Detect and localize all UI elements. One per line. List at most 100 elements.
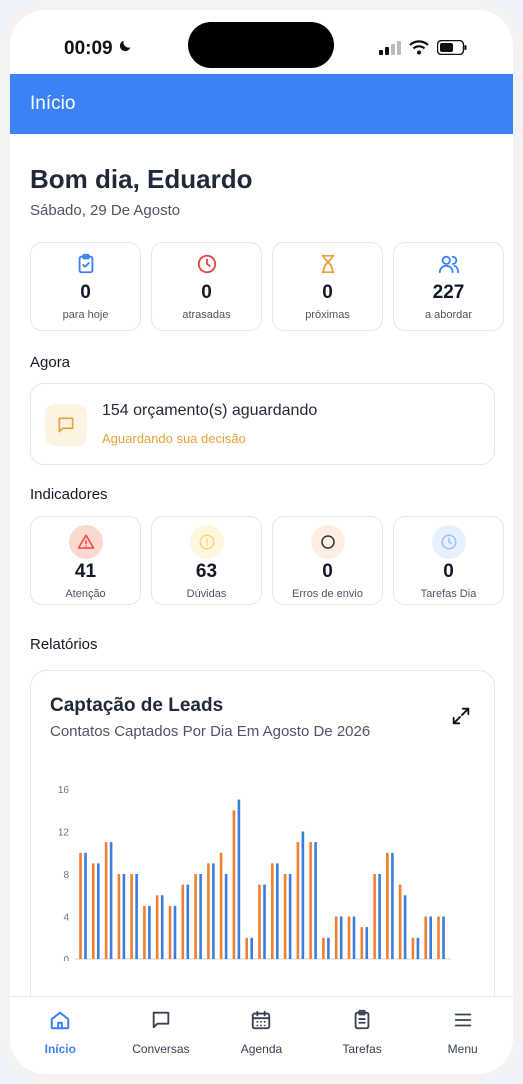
bottom-nav: Início Conversas Agenda Tarefas Menu: [10, 996, 513, 1074]
stat-value: 0: [80, 282, 91, 303]
y-tick-label: 4: [63, 913, 69, 924]
nav-conversas[interactable]: Conversas: [116, 1009, 206, 1074]
stat-para-hoje[interactable]: 0 para hoje: [30, 242, 141, 331]
chart-bar: [339, 916, 343, 959]
nav-label: Menu: [447, 1042, 478, 1056]
chart-bar: [411, 937, 415, 960]
nav-menu[interactable]: Menu: [418, 1009, 508, 1074]
chart-bar: [109, 842, 113, 959]
chart-bar: [309, 842, 312, 959]
pending-quotes-subtitle: Aguardando sua decisão: [102, 431, 246, 446]
chart-bar: [148, 905, 151, 959]
indicator-label: Erros de envio: [292, 588, 363, 600]
indicator-erros-envio[interactable]: 0 Erros de envio: [272, 516, 383, 605]
y-tick-label: 16: [58, 785, 70, 796]
chart-bar: [416, 937, 420, 960]
message-square-icon: [45, 404, 87, 446]
nav-agenda[interactable]: Agenda: [216, 1009, 306, 1074]
pending-quotes-title: 154 orçamento(s) aguardando: [102, 402, 318, 419]
chart-bar: [314, 842, 317, 959]
signal-icon: [379, 40, 401, 60]
chart-bar: [199, 874, 202, 959]
menu-icon: [452, 1009, 474, 1036]
stat-value: 0: [322, 282, 333, 303]
y-tick-label: 0: [63, 955, 69, 961]
chart-bar: [334, 916, 338, 959]
status-time: 00:09: [64, 38, 133, 60]
clipboard-icon: [351, 1009, 373, 1036]
nav-tarefas[interactable]: Tarefas: [317, 1009, 407, 1074]
chart-bar: [258, 884, 261, 959]
hourglass-icon: [317, 253, 339, 280]
chart-bar: [84, 852, 87, 960]
chart-bar: [219, 852, 223, 960]
chart-bar: [117, 874, 121, 959]
chart-bar: [386, 852, 389, 960]
indicator-value: 0: [322, 561, 333, 582]
moon-icon: [117, 38, 133, 60]
chart-bar: [373, 874, 376, 959]
chart-bar: [365, 927, 369, 959]
chart-bar: [301, 831, 305, 959]
nav-label: Tarefas: [342, 1042, 382, 1056]
chart-bar: [322, 937, 325, 960]
indicator-value: 41: [74, 561, 97, 582]
chart-bar: [347, 916, 351, 959]
indicator-atencao[interactable]: 41 Atenção: [30, 516, 141, 605]
chart-bar: [271, 863, 274, 959]
chart-bar: [207, 863, 210, 959]
chart-bar: [92, 863, 95, 959]
chart-bar: [398, 884, 402, 959]
chart-bar: [378, 874, 381, 959]
indicator-label: Dúvidas: [186, 588, 227, 600]
stat-label: a abordar: [424, 309, 473, 321]
calendar-icon: [250, 1009, 272, 1036]
app-bar: Início: [10, 74, 513, 134]
indicator-tarefas-dia[interactable]: 0 Tarefas Dia: [393, 516, 504, 605]
chart-bar: [283, 874, 287, 959]
chart-subtitle: Contatos Captados Por Dia Em Agosto De 2…: [50, 723, 371, 740]
stat-label: atrasadas: [182, 309, 231, 321]
clock-icon: [431, 525, 466, 559]
circle-icon: [310, 525, 345, 559]
indicator-label: Atenção: [65, 588, 106, 600]
chart-bar: [403, 895, 407, 960]
indicator-duvidas[interactable]: 63 Dúvidas: [151, 516, 262, 605]
chart-bar: [276, 863, 279, 959]
task-stats: 0 para hoje 0 atrasadas 0 próximas 227 a…: [30, 242, 513, 331]
pending-quotes-card[interactable]: 154 orçamento(s) aguardando Aguardando s…: [30, 383, 495, 465]
leads-chart-card: Captação de Leads Contatos Captados Por …: [30, 670, 495, 1050]
chart-bar: [360, 927, 364, 959]
stat-a-abordar[interactable]: 227 a abordar: [393, 242, 504, 331]
chart-bar: [429, 916, 432, 959]
nav-inicio[interactable]: Início: [15, 1009, 105, 1074]
stat-atrasadas[interactable]: 0 atrasadas: [151, 242, 262, 331]
section-title-agora: Agora: [30, 354, 71, 371]
chart-bar: [263, 884, 266, 959]
chart-bar: [288, 874, 292, 959]
chart-bar: [186, 884, 190, 959]
chart-bar: [181, 884, 185, 959]
alert-triangle-icon: [68, 525, 103, 559]
chart-bar: [296, 842, 300, 959]
chart-bar: [437, 916, 440, 959]
chart-bar: [194, 874, 197, 959]
page-title: Início: [30, 93, 76, 114]
stat-label: para hoje: [62, 309, 109, 321]
chart-bar: [135, 874, 138, 959]
indicator-value: 0: [443, 561, 454, 582]
y-tick-label: 8: [63, 870, 69, 881]
chart-bar: [173, 905, 177, 959]
chart-bar: [130, 874, 133, 959]
y-tick-label: 12: [58, 828, 70, 839]
stat-proximas[interactable]: 0 próximas: [272, 242, 383, 331]
expand-icon[interactable]: [450, 705, 472, 732]
chart-bar: [424, 916, 427, 959]
section-title-indicadores: Indicadores: [30, 486, 108, 503]
chart-bar: [237, 799, 241, 959]
wifi-icon: [409, 40, 429, 60]
clock-icon: [196, 253, 218, 280]
chart-bar: [122, 874, 126, 959]
chart-bar: [160, 895, 164, 960]
chart-bar: [391, 852, 394, 960]
